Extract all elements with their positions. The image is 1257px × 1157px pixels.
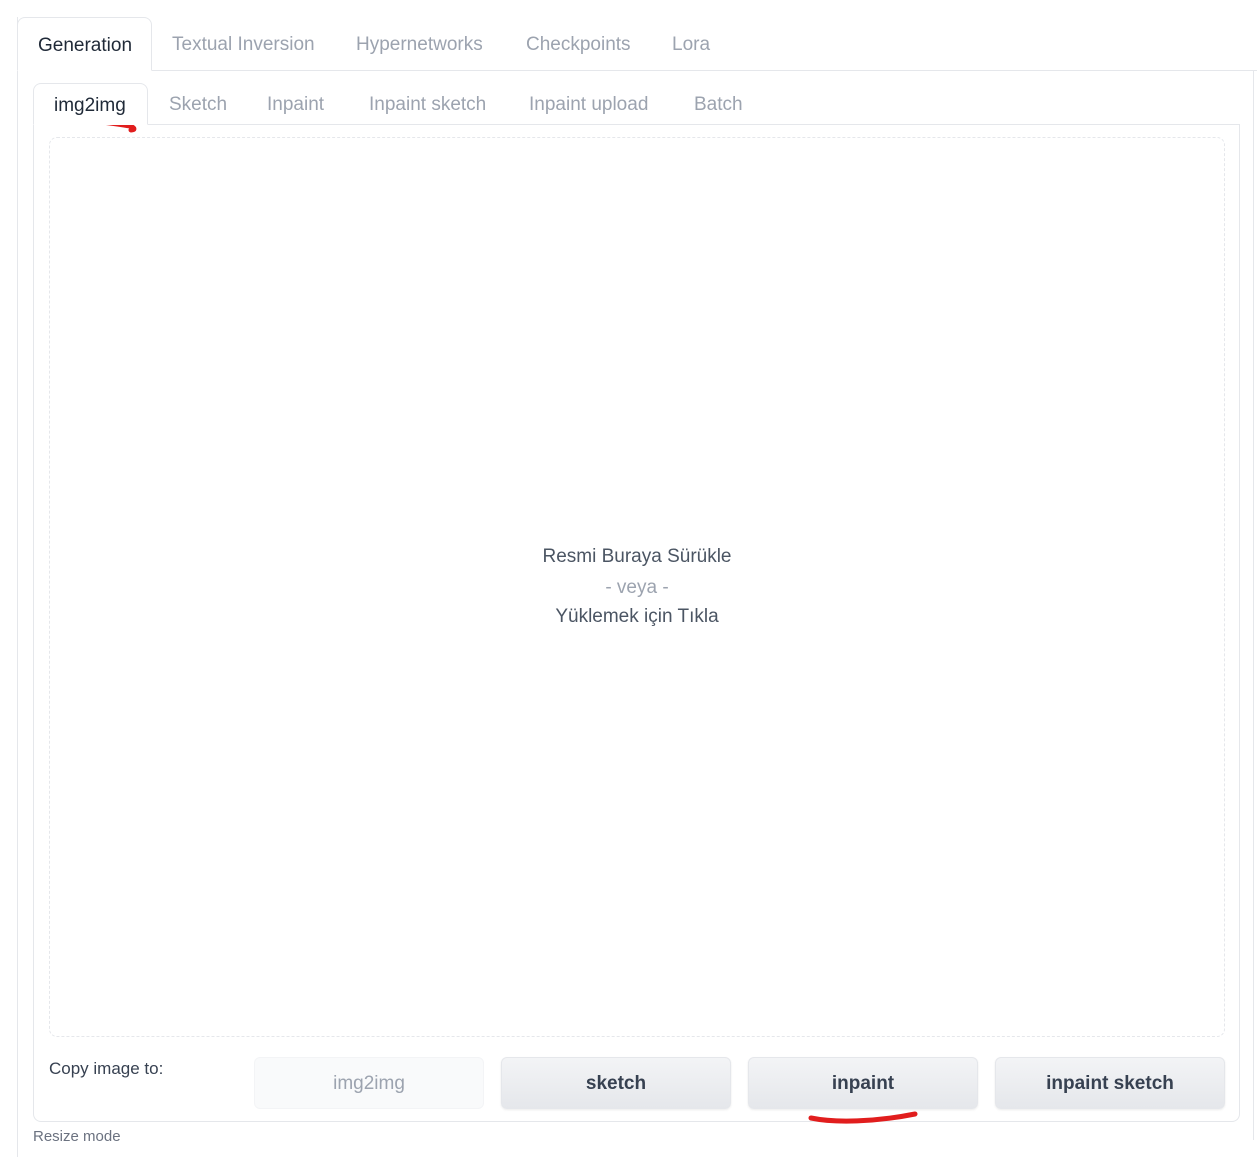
drop-or-separator: - veya - <box>605 577 669 598</box>
tab-inpaint-upload[interactable]: Inpaint upload <box>509 83 668 124</box>
tab-textual-inversion[interactable]: Textual Inversion <box>152 17 335 70</box>
main-tabbar: Generation Textual Inversion Hypernetwor… <box>17 17 1257 71</box>
tab-inpaint[interactable]: Inpaint <box>247 83 344 124</box>
tab-inpaint-sketch[interactable]: Inpaint sketch <box>349 83 506 124</box>
copy-to-inpaint-sketch-button[interactable]: inpaint sketch <box>995 1057 1225 1109</box>
copy-to-img2img-button[interactable]: img2img <box>254 1057 484 1109</box>
tab-hypernetworks[interactable]: Hypernetworks <box>336 17 503 70</box>
image-upload-dropzone[interactable]: Resmi Buraya Sürükle - veya - Yüklemek i… <box>49 137 1225 1037</box>
drop-instruction: Resmi Buraya Sürükle <box>542 546 732 567</box>
tab-img2img[interactable]: img2img <box>33 83 148 125</box>
sub-tabbar: img2img Sketch Inpaint Inpaint sketch In… <box>33 83 1240 125</box>
copy-to-sketch-button[interactable]: sketch <box>501 1057 731 1109</box>
tabbar-divider <box>17 70 1257 71</box>
panel-right-border <box>1253 70 1254 1140</box>
tab-lora[interactable]: Lora <box>652 17 730 70</box>
click-to-upload-text: Yüklemek için Tıkla <box>555 606 719 627</box>
copy-to-inpaint-button[interactable]: inpaint <box>748 1057 978 1109</box>
resize-mode-label: Resize mode <box>33 1128 121 1145</box>
copy-image-to-label: Copy image to: <box>49 1059 164 1078</box>
tab-sketch[interactable]: Sketch <box>149 83 247 124</box>
tab-generation[interactable]: Generation <box>17 17 152 71</box>
tab-batch[interactable]: Batch <box>674 83 763 124</box>
tab-checkpoints[interactable]: Checkpoints <box>506 17 651 70</box>
